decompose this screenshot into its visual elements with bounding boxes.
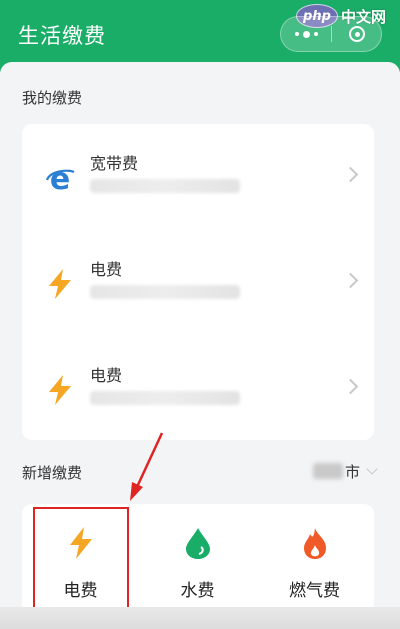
my-payments-title: 我的缴费 bbox=[22, 89, 83, 107]
grid-item-label: 燃气费 bbox=[289, 581, 340, 601]
city-selector[interactable]: 市 bbox=[312, 460, 378, 482]
city-name-redacted bbox=[312, 463, 343, 479]
more-dots-icon-center bbox=[302, 30, 310, 38]
chevron-right-icon bbox=[342, 272, 359, 289]
more-dots-icon bbox=[294, 32, 299, 36]
page-title: 生活缴费 bbox=[18, 24, 106, 48]
more-menu-button[interactable] bbox=[281, 17, 331, 51]
payment-item-name: 宽带费 bbox=[90, 154, 139, 173]
grid-item-label: 水费 bbox=[180, 581, 215, 601]
payment-item-electricity-2[interactable]: 电费 bbox=[22, 336, 374, 440]
my-payments-card: e 宽带费 电费 电费 bbox=[22, 124, 374, 440]
account-info-redacted bbox=[90, 179, 240, 193]
ie-browser-icon: e bbox=[45, 162, 75, 194]
account-info-redacted bbox=[90, 391, 240, 405]
bottom-bar bbox=[0, 607, 400, 629]
payment-item-name: 电费 bbox=[90, 260, 123, 279]
chevron-right-icon bbox=[342, 166, 359, 183]
add-payment-title: 新增缴费 bbox=[22, 464, 83, 482]
chevron-down-icon bbox=[366, 463, 378, 475]
more-dots-icon-right bbox=[313, 32, 318, 36]
account-info-redacted bbox=[90, 285, 240, 299]
payment-item-name: 电费 bbox=[90, 366, 123, 385]
annotation-highlight-box bbox=[33, 507, 129, 619]
close-button[interactable] bbox=[332, 17, 382, 51]
flame-icon bbox=[304, 528, 326, 559]
water-drop-icon bbox=[186, 528, 210, 559]
lightning-icon bbox=[49, 375, 71, 405]
city-suffix: 市 bbox=[344, 462, 360, 481]
lightning-icon bbox=[49, 269, 71, 299]
payment-item-electricity-1[interactable]: 电费 bbox=[22, 230, 374, 334]
payment-item-broadband[interactable]: e 宽带费 bbox=[22, 124, 374, 228]
chevron-right-icon bbox=[342, 378, 359, 395]
svg-text:e: e bbox=[50, 162, 70, 194]
close-target-icon bbox=[349, 26, 365, 42]
mini-program-capsule bbox=[280, 16, 382, 52]
